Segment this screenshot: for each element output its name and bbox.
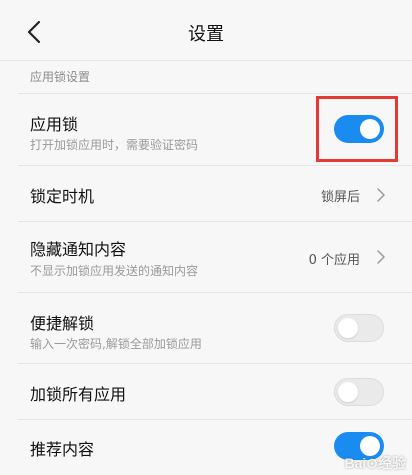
watermark: Bai⊙经验	[344, 455, 406, 471]
header-bar: 设置	[0, 0, 412, 64]
quick-unlock-toggle[interactable]	[334, 314, 384, 342]
settings-screen: 设置 应用锁设置 应用锁 打开加锁应用时，需要验证密码 锁定时机 锁屏后 隐藏通…	[0, 0, 412, 475]
app-lock-title: 应用锁	[30, 115, 79, 134]
lock-timing-value: 锁屏后	[320, 190, 360, 205]
quick-unlock-subtitle: 输入一次密码,解锁全部加锁应用	[30, 337, 202, 351]
lock-all-apps-row[interactable]: 加锁所有应用	[0, 364, 412, 419]
quick-unlock-title: 便捷解锁	[30, 314, 95, 333]
quick-unlock-row[interactable]: 便捷解锁 输入一次密码,解锁全部加锁应用	[0, 293, 412, 363]
hide-notification-title: 隐藏通知内容	[30, 240, 127, 259]
lock-timing-title: 锁定时机	[30, 187, 95, 206]
page-title: 设置	[188, 24, 224, 45]
header-divider	[0, 60, 412, 61]
app-lock-subtitle: 打开加锁应用时，需要验证密码	[30, 138, 199, 152]
highlight-box	[316, 96, 398, 162]
toggle-knob	[338, 318, 358, 338]
lock-all-apps-title: 加锁所有应用	[30, 385, 127, 404]
chevron-right-icon	[377, 188, 385, 202]
section-label: 应用锁设置	[30, 70, 91, 84]
recommended-content-title: 推荐内容	[30, 440, 95, 459]
hide-notification-value: 0 个应用	[308, 253, 360, 268]
toggle-knob	[338, 382, 358, 402]
chevron-right-icon	[377, 250, 385, 264]
lock-all-apps-toggle[interactable]	[334, 378, 384, 406]
lock-timing-row[interactable]: 锁定时机 锁屏后	[0, 166, 412, 221]
hide-notification-row[interactable]: 隐藏通知内容 不显示加锁应用发送的通知内容 0 个应用	[0, 222, 412, 292]
hide-notification-subtitle: 不显示加锁应用发送的通知内容	[30, 264, 199, 278]
